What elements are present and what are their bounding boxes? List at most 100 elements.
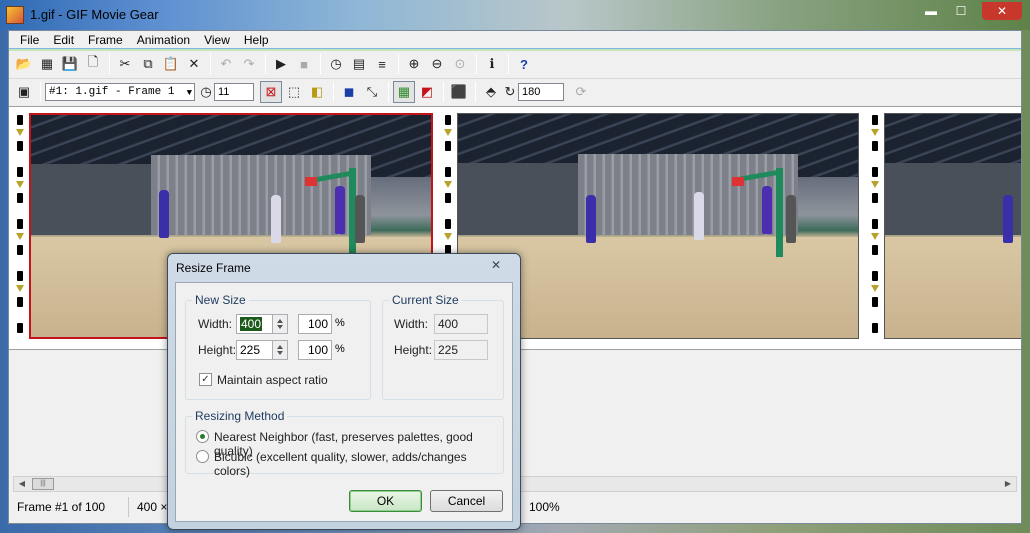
new-height-stepper[interactable] [272,340,288,360]
frame-props-icon[interactable]: ▣ [13,81,35,103]
menu-file[interactable]: File [13,33,46,47]
maintain-aspect-checkbox[interactable]: ✓ [199,373,212,386]
layer-icon[interactable]: ⬛ [448,81,470,103]
menu-animation[interactable]: Animation [130,33,197,47]
color-grid-icon[interactable]: ▦ [393,80,415,103]
zoom-in-icon[interactable]: ⊕ [403,53,425,75]
height-pct-sign: % [335,343,345,355]
toolbar-separator [476,54,477,74]
delete-icon[interactable]: ✕ [183,53,205,75]
dialog-body: New Size Width: 400 100 % Height: 225 10… [175,282,513,522]
menu-view[interactable]: View [197,33,237,47]
toolbar-separator [265,54,266,74]
palette-icon[interactable]: ◧ [306,81,328,103]
bicubic-radio[interactable] [196,450,209,463]
paste-icon[interactable]: 📋 [160,53,182,75]
maximize-button[interactable]: ☐ [948,2,974,20]
resize-frame-dialog: Resize Frame ✕ New Size Width: 400 100 %… [167,253,521,530]
toolbar-separator [443,81,444,102]
rotate-input[interactable]: 180 [518,82,564,101]
current-width-label: Width: [394,317,429,331]
gif-icon[interactable]: ▦ [36,53,58,75]
frame-select[interactable]: #1: 1.gif - Frame 1 ▼ [45,82,195,101]
trim-icon[interactable]: ≡ [371,53,393,75]
new-width-label: Width: [198,317,233,331]
bicubic-label: Bicubic (excellent quality, slower, adds… [214,450,467,478]
toolbar-separator [320,54,321,74]
current-size-group: Current Size Width: 400 Height: 225 [382,293,504,400]
rotate-icon: ↻ [504,83,516,99]
resizing-method-group: Resizing Method Nearest Neighbor (fast, … [185,409,504,478]
new-width-value: 400 [240,317,263,331]
play-icon[interactable]: ▶ [270,53,292,75]
current-height-field: 225 [434,340,488,360]
minimize-button[interactable]: ▬ [918,2,944,20]
new-width-stepper[interactable] [272,314,288,334]
dialog-title: Resize Frame [176,261,251,275]
sprocket-strip [14,111,26,347]
zoom-fit-icon[interactable]: ⊙ [449,53,471,75]
toolbar-separator [388,81,389,102]
fill-icon[interactable]: ⬘ [480,81,502,103]
disposal-icon[interactable]: ⊠ [260,80,282,103]
info-icon[interactable]: ℹ [481,53,503,75]
new-height-input[interactable]: 225 [236,340,274,360]
undo-icon[interactable]: ↶ [215,53,237,75]
close-button[interactable]: ✕ [982,2,1022,20]
new-size-group: New Size Width: 400 100 % Height: 225 10… [185,293,371,400]
delay-input[interactable]: 11 [214,82,254,101]
menu-edit[interactable]: Edit [46,33,81,47]
toolbar-separator [210,54,211,74]
help-icon[interactable]: ? [513,53,535,75]
toolbar-separator [333,81,334,102]
frame-select-value: #1: 1.gif - Frame 1 [49,85,175,98]
new-icon[interactable]: 🗋 [82,53,104,75]
status-frame-info: Frame #1 of 100 [9,497,129,517]
app-icon [6,6,24,24]
window-title: 1.gif - GIF Movie Gear [30,7,159,22]
frame-toolbar: ▣ #1: 1.gif - Frame 1 ▼ ◷ 11 ⊠ ⬚ ◧ ◼ ⤡ ▦… [9,78,1021,104]
toolbar-separator [398,54,399,74]
new-width-input[interactable]: 400 [236,314,274,334]
menu-frame[interactable]: Frame [81,33,130,47]
cancel-button[interactable]: Cancel [430,490,503,512]
save-icon[interactable]: 💾 [59,53,81,75]
select-icon[interactable]: ◼ [338,81,360,103]
apply-rotate-icon[interactable]: ⟳ [570,81,592,103]
redo-icon[interactable]: ↷ [238,53,260,75]
toolbar-separator [508,54,509,74]
new-height-pct-input[interactable]: 100 [298,340,332,360]
new-height-label: Height: [198,343,237,357]
crop-icon[interactable]: ⤡ [361,81,383,103]
toolbar-separator [109,54,110,74]
dialog-close-icon[interactable]: ✕ [486,257,506,273]
zoom-out-icon[interactable]: ⊖ [426,53,448,75]
new-width-pct-input[interactable]: 100 [298,314,332,334]
filmstrip-icon[interactable]: ▤ [348,53,370,75]
main-toolbar: 📂 ▦ 💾 🗋 ✂ ⧉ 📋 ✕ ↶ ↷ ▶ ■ ◷ ▤ ≡ ⊕ ⊖ ⊙ ℹ ? [9,51,1021,77]
toolbar-separator [40,81,41,102]
ok-button[interactable]: OK [349,490,422,512]
copy-icon[interactable]: ⧉ [137,53,159,75]
open-icon[interactable]: 📂 [13,53,35,75]
chevron-down-icon: ▼ [186,87,192,98]
sprocket-strip [869,111,881,347]
resizing-method-label: Resizing Method [192,409,288,423]
toolbar-separator [475,81,476,102]
width-pct-sign: % [335,317,345,329]
frame-thumbnail-3[interactable] [884,113,1021,339]
scroll-thumb[interactable]: ||| [32,478,54,490]
title-bar: 1.gif - GIF Movie Gear ▬ ☐ ✕ [0,0,1030,30]
maintain-aspect-label: Maintain aspect ratio [217,373,328,387]
timing-icon[interactable]: ◷ [325,53,347,75]
transparency-icon[interactable]: ⬚ [283,81,305,103]
menubar: File Edit Frame Animation View Help [9,31,1021,49]
cut-icon[interactable]: ✂ [114,53,136,75]
scroll-right-icon[interactable]: ▶ [1000,477,1016,491]
scroll-left-icon[interactable]: ◀ [14,477,30,491]
stop-icon[interactable]: ■ [293,53,315,75]
color-replace-icon[interactable]: ◩ [416,81,438,103]
nearest-neighbor-radio[interactable] [196,430,209,443]
status-zoom: 100% [529,500,560,514]
menu-help[interactable]: Help [237,33,276,47]
